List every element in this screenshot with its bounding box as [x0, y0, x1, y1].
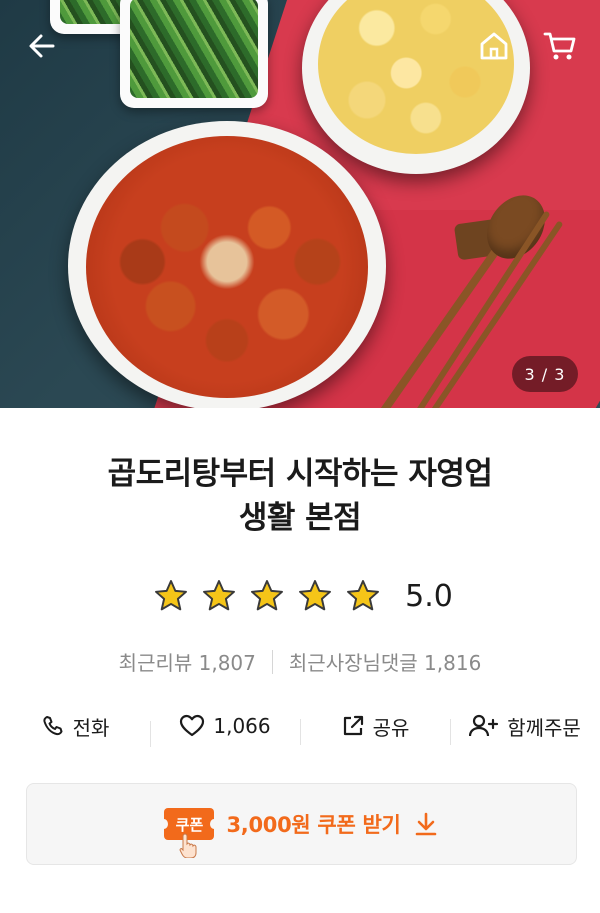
store-photo-carousel[interactable]: 3 / 3 [0, 0, 600, 408]
star-icon [251, 580, 284, 611]
pointing-hand-icon [179, 833, 197, 858]
download-icon [415, 812, 436, 836]
arrow-left-icon [29, 34, 55, 58]
home-icon [480, 32, 508, 60]
owner-replies-link[interactable]: 최근사장님댓글 1,816 [289, 647, 481, 676]
share-icon [343, 715, 363, 736]
stats-divider [271, 649, 273, 674]
share-label: 공유 [372, 715, 410, 740]
favorite-button[interactable]: 1,066 [150, 714, 300, 747]
rating-stars [147, 578, 387, 614]
star-icon [155, 580, 188, 611]
cart-button[interactable] [540, 26, 580, 66]
image-counter: 3 / 3 [512, 356, 578, 392]
call-button[interactable]: 전화 [0, 712, 150, 741]
rating-value: 5.0 [405, 578, 453, 614]
action-bar: 전화 1,066 공유 함께주문 [0, 706, 600, 747]
recent-reviews-link[interactable]: 최근리뷰 1,807 [119, 647, 256, 676]
gopdoritang-stew [86, 136, 368, 398]
heart-icon [180, 714, 205, 737]
phone-icon [42, 716, 63, 736]
coupon-badge: 쿠폰 [160, 808, 219, 858]
star-icon [299, 580, 332, 611]
coupon-download-button[interactable]: 쿠폰 3,000원 쿠폰 받기 [26, 783, 577, 865]
group-order-button[interactable]: 함께주문 [450, 712, 600, 745]
rating: 5.0 [0, 578, 600, 614]
group-order-label: 함께주문 [507, 715, 581, 740]
favorite-count: 1,066 [213, 714, 271, 738]
store-title-line2: 생활 본점 [238, 500, 362, 536]
store-title-line1: 곱도리탕부터 시작하는 자영업 [107, 456, 493, 492]
share-button[interactable]: 공유 [300, 712, 450, 745]
coupon-label: 3,000원 쿠폰 받기 [226, 813, 401, 837]
star-icon [203, 580, 236, 611]
home-button[interactable] [474, 26, 514, 66]
side-dish-tray-greens [120, 0, 268, 108]
star-icon [347, 580, 380, 611]
back-button[interactable] [22, 26, 62, 66]
review-stats: 최근리뷰 1,807 최근사장님댓글 1,816 [0, 647, 600, 676]
store-title: 곱도리탕부터 시작하는 자영업 생활 본점 [0, 452, 600, 540]
add-person-icon [469, 714, 499, 737]
cart-icon [543, 32, 576, 60]
call-label: 전화 [72, 715, 110, 740]
